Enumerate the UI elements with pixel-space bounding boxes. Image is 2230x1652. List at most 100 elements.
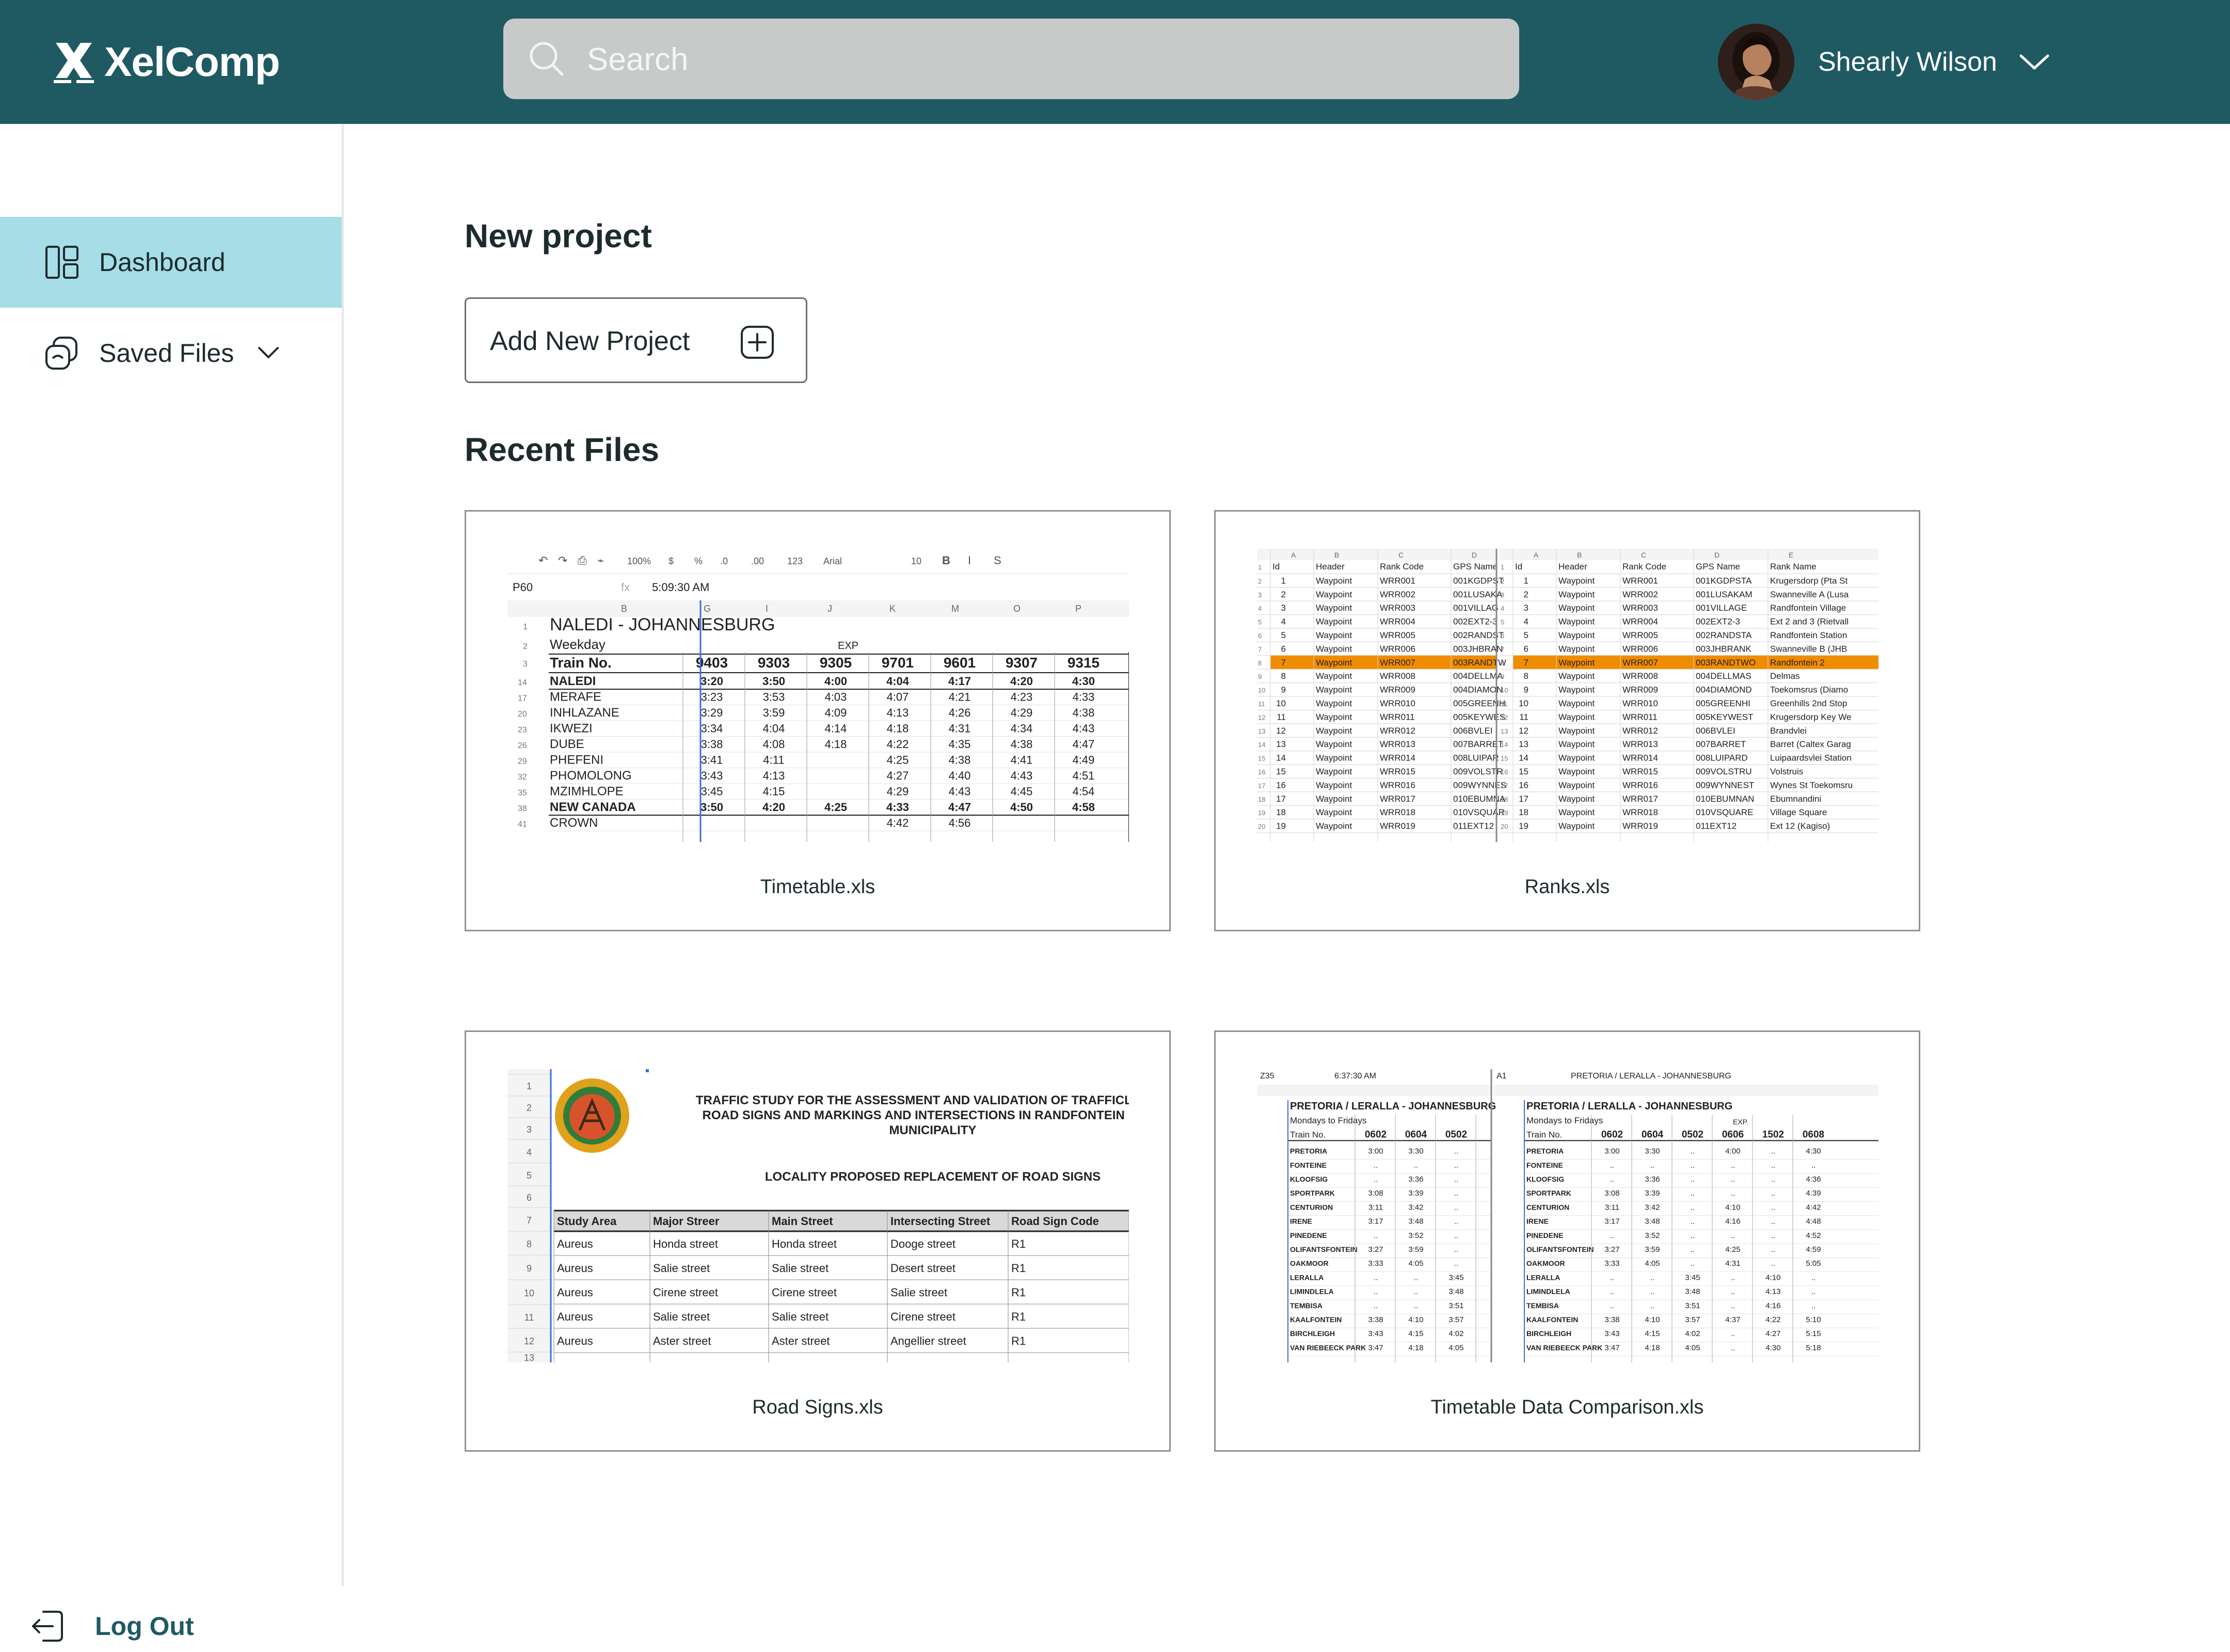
cell-text: 004DIAMOND	[1696, 685, 1752, 695]
cell-text: Waypoint	[1558, 753, 1595, 763]
new-project-title: New project	[465, 217, 652, 255]
file-card-timetable[interactable]: ↶ ↷ ⎙ ⌁ 100% $% .0.00 123 Arial 10 B I S P60 fx 5:09:30…	[465, 510, 1171, 931]
column-heading: Intersecting Street	[890, 1215, 991, 1228]
time-cell: 4:16	[1765, 1301, 1780, 1310]
search-bar[interactable]	[503, 19, 1519, 100]
time-cell: ..	[1610, 1273, 1614, 1282]
file-name: Ranks.xls	[1524, 876, 1610, 898]
time-cell: ..	[1691, 1231, 1695, 1240]
chevron-down-icon[interactable]	[257, 346, 280, 360]
file-card-timetable-comparison[interactable]: Z35 6:37:30 AM PRETORIA / LERALLA - JOHANN…	[1214, 1030, 1920, 1452]
cell-text: WRR001	[1622, 576, 1658, 585]
chevron-down-icon[interactable]	[2018, 52, 2051, 72]
time-cell: ..	[1610, 1288, 1614, 1296]
row-number: 20	[1501, 823, 1508, 831]
time-cell: 4:05	[1645, 1259, 1660, 1268]
time-cell: 3:43	[701, 769, 723, 782]
station-name: KLOOFSIG	[1526, 1175, 1564, 1183]
station-name: BIRCHLEIGH	[1526, 1329, 1571, 1338]
row-number: 8	[527, 1239, 532, 1249]
file-card-road-signs[interactable]: 1 2 3 4 5 6 7 8 9 10 11 12 13 TRAFFIC STUDY FOR THE A…	[465, 1030, 1171, 1452]
cell-text: Waypoint	[1558, 780, 1595, 790]
time-cell: 3:00	[1368, 1147, 1383, 1156]
avatar[interactable]	[1718, 24, 1794, 100]
cell-text: WRR014	[1622, 753, 1658, 763]
row-number: 14	[1501, 741, 1508, 749]
row-number: 2	[1258, 577, 1262, 585]
cell-text: Waypoint	[1558, 698, 1595, 708]
cell-text: WRR006	[1380, 644, 1415, 654]
cell-text: Waypoint	[1558, 603, 1595, 613]
station-name: CROWN	[550, 816, 598, 830]
row-number: 3	[1501, 591, 1504, 599]
time-cell: ..	[1771, 1245, 1775, 1254]
time-cell: ..	[1771, 1161, 1775, 1170]
add-new-project-button[interactable]: Add New Project	[465, 297, 807, 383]
row-number: 32	[518, 773, 527, 782]
row-number: 41	[518, 820, 527, 829]
cell-text: Randfontein Station	[1770, 630, 1847, 640]
file-name: Road Signs.xls	[752, 1396, 883, 1418]
cell-text: 010EBUMNA	[1453, 794, 1506, 804]
cell-text: Randfontein 2	[1770, 658, 1825, 668]
time-cell: ..	[1691, 1245, 1695, 1254]
user-menu[interactable]: Shearly Wilson	[1718, 23, 2051, 101]
cell-text: WRR010	[1380, 698, 1415, 708]
time-cell: 4:30	[1806, 1147, 1821, 1156]
cell-text: Salie street	[772, 1310, 829, 1323]
time-cell: ..	[1731, 1329, 1735, 1338]
time-cell: 4:38	[1073, 706, 1095, 719]
row-number: 14	[1258, 741, 1265, 749]
cell-text: Ext 12 (Kagiso)	[1770, 821, 1830, 831]
station-name: BIRCHLEIGH	[1290, 1329, 1335, 1338]
cell-text: Waypoint	[1558, 767, 1595, 776]
file-card-ranks[interactable]: ABCDE1IdHeaderRank CodeGPS Name21Waypoin…	[1214, 510, 1920, 931]
time-cell: ..	[1731, 1301, 1735, 1310]
station-name: PHEFENI	[550, 753, 603, 767]
row-number: 16	[1501, 768, 1508, 776]
cell-text: Waypoint	[1558, 712, 1595, 722]
toolbar-item: I	[968, 554, 971, 567]
spreadsheet-preview: ↶ ↷ ⎙ ⌁ 100% $% .0.00 123 Arial 10 B I SP60 fx 5:09:30…	[507, 554, 1129, 842]
sidebar-item-saved-files[interactable]: Saved Files	[0, 308, 342, 399]
cell-text: WRR002	[1380, 590, 1415, 599]
toolbar-item: B	[942, 554, 950, 567]
time-cell: 5:05	[1806, 1259, 1821, 1268]
cell-text: Krugersdorp (Pta St	[1770, 576, 1848, 585]
cell-text: Waypoint	[1558, 617, 1595, 627]
time-cell: ..	[1610, 1175, 1614, 1184]
toolbar-icon: ↶	[538, 554, 548, 567]
cell-text: Waypoint	[1316, 726, 1352, 736]
time-cell: 3:57	[1448, 1315, 1463, 1324]
column-heading: GPS Name	[1453, 562, 1498, 571]
cell-text: 004DELLMAS	[1696, 671, 1751, 681]
app-logo[interactable]: XelComp	[52, 37, 280, 87]
row-number: 10	[1501, 687, 1508, 694]
cell-text: 7	[1524, 658, 1528, 668]
cell-text: Krugersdorp Key We	[1770, 712, 1851, 722]
column-letter: K	[889, 603, 896, 614]
time-cell: 4:04	[763, 722, 785, 735]
cell-text: WRR019	[1622, 821, 1658, 831]
cell-text: WRR005	[1622, 630, 1658, 640]
time-cell: 3:45	[1685, 1273, 1700, 1282]
row-number: 15	[1501, 755, 1508, 763]
cell-text: 13	[1276, 739, 1286, 749]
time-cell: 4:15	[1645, 1329, 1660, 1338]
file-thumbnail: ABCDE1IdHeaderRank CodeGPS Name21Waypoin…	[1257, 549, 1878, 842]
time-cell: 4:13	[763, 769, 785, 782]
logout-label: Log Out	[95, 1612, 194, 1641]
cell-text: Cirene street	[772, 1286, 837, 1299]
cell-text: 005GREENHI	[1696, 698, 1750, 708]
search-input[interactable]	[586, 19, 1496, 100]
cell-text: WRR003	[1622, 603, 1658, 613]
cell-text: 16	[1276, 780, 1286, 790]
sidebar-item-dashboard[interactable]: Dashboard	[0, 217, 342, 308]
cell-text: Waypoint	[1316, 698, 1352, 708]
logout-button[interactable]: Log Out	[29, 1600, 194, 1652]
cell-text: WRR015	[1380, 767, 1415, 776]
cell-text: WRR007	[1622, 658, 1658, 668]
formula-value: PRETORIA / LERALLA - JOHANNESBURG	[1571, 1072, 1731, 1081]
row-number: 4	[527, 1147, 532, 1157]
time-cell: 3:39	[1408, 1189, 1423, 1198]
